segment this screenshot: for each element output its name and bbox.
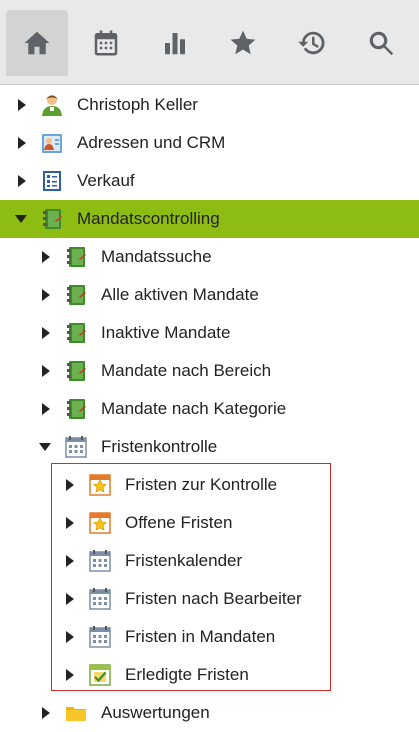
mandate-binder-icon xyxy=(43,209,62,229)
expand-arrow-icon[interactable] xyxy=(42,403,50,415)
tree-item-label: Adressen und CRM xyxy=(77,133,226,152)
tree-item-label: Fristenkalender xyxy=(125,551,243,570)
tree-item-fristenkalender[interactable]: Fristenkalender xyxy=(0,542,419,580)
mandate-binder-icon xyxy=(67,285,86,305)
expand-arrow-icon[interactable] xyxy=(42,327,50,339)
mandate-binder-icon xyxy=(67,247,86,267)
expand-arrow-icon[interactable] xyxy=(66,555,74,567)
tree-item-mandatssuche[interactable]: Mandatssuche xyxy=(0,238,419,276)
collapse-arrow-icon[interactable] xyxy=(39,443,51,451)
favorites-button[interactable] xyxy=(212,10,274,76)
tree-item-label: Mandate nach Kategorie xyxy=(101,399,287,418)
home-button[interactable] xyxy=(6,10,68,76)
tree-item-erledigte-fristen[interactable]: Erledigte Fristen xyxy=(0,656,419,694)
tree-item-fristen-in-mandaten[interactable]: Fristen in Mandaten xyxy=(0,618,419,656)
expand-arrow-icon[interactable] xyxy=(42,289,50,301)
calendar-icon xyxy=(94,30,118,56)
tree-item-label: Mandatscontrolling xyxy=(77,209,220,228)
expand-arrow-icon[interactable] xyxy=(66,517,74,529)
tree-item-label: Auswertungen xyxy=(101,703,210,722)
tree-item-label: Fristenkontrolle xyxy=(101,437,218,456)
collapse-arrow-icon[interactable] xyxy=(15,215,27,223)
tree-item-label: Inaktive Mandate xyxy=(101,323,231,342)
history-button[interactable] xyxy=(281,10,343,76)
tree-item-christoph-keller[interactable]: Christoph Keller xyxy=(0,86,419,124)
tree-item-label: Fristen zur Kontrolle xyxy=(125,475,278,494)
folder-icon xyxy=(66,707,86,721)
expand-arrow-icon[interactable] xyxy=(42,365,50,377)
sales-list-icon xyxy=(43,171,61,191)
expand-arrow-icon[interactable] xyxy=(18,137,26,149)
tree-item-fristenkontrolle[interactable]: Fristenkontrolle xyxy=(0,428,419,466)
mandate-binder-icon xyxy=(67,361,86,381)
done-check-icon xyxy=(89,664,111,686)
search-button[interactable] xyxy=(350,10,412,76)
expand-arrow-icon[interactable] xyxy=(18,99,26,111)
tree-item-mandate-nach-bereich[interactable]: Mandate nach Bereich xyxy=(0,352,419,390)
tree-item-label: Offene Fristen xyxy=(125,513,233,532)
tree-item-fristen-zur-kontrolle[interactable]: Fristen zur Kontrolle xyxy=(0,466,419,504)
tree-item-label: Fristen in Mandaten xyxy=(125,627,276,646)
tree-item-label: Christoph Keller xyxy=(77,95,198,114)
tree-item-fristen-nach-bearbeiter[interactable]: Fristen nach Bearbeiter xyxy=(0,580,419,618)
expand-arrow-icon[interactable] xyxy=(42,707,50,719)
calendar-grid-icon xyxy=(89,588,111,610)
expand-arrow-icon[interactable] xyxy=(66,479,74,491)
calendar-button[interactable] xyxy=(75,10,137,76)
search-icon xyxy=(369,31,394,56)
tree-item-label: Alle aktiven Mandate xyxy=(101,285,259,304)
tree-item-adressen[interactable]: Adressen und CRM xyxy=(0,124,419,162)
expand-arrow-icon[interactable] xyxy=(66,631,74,643)
star-icon xyxy=(230,30,256,55)
deadline-star-icon xyxy=(89,512,111,534)
history-icon xyxy=(298,31,325,55)
tree-item-inaktive-mandate[interactable]: Inaktive Mandate xyxy=(0,314,419,352)
expand-arrow-icon[interactable] xyxy=(42,251,50,263)
calendar-grid-icon xyxy=(89,550,111,572)
deadline-star-icon xyxy=(89,474,111,496)
navigation-toolbar xyxy=(0,0,419,85)
tree-item-label: Erledigte Fristen xyxy=(125,665,249,684)
tree-item-label: Verkauf xyxy=(77,171,135,190)
bar-chart-icon xyxy=(165,33,185,55)
mandate-binder-icon xyxy=(67,323,86,343)
home-icon xyxy=(24,31,50,55)
calendar-grid-icon xyxy=(89,626,111,648)
calendar-grid-icon xyxy=(65,436,87,458)
tree-item-offene-fristen[interactable]: Offene Fristen xyxy=(0,504,419,542)
mandate-binder-icon xyxy=(67,399,86,419)
tree-item-label: Mandatssuche xyxy=(101,247,212,266)
expand-arrow-icon[interactable] xyxy=(66,669,74,681)
address-book-icon xyxy=(42,134,62,153)
tree-item-mandate-nach-kategorie[interactable]: Mandate nach Kategorie xyxy=(0,390,419,428)
tree-item-label: Mandate nach Bereich xyxy=(101,361,272,380)
tree-item-label: Fristen nach Bearbeiter xyxy=(125,589,302,608)
tree-item-mandatscontrolling[interactable]: Mandatscontrolling xyxy=(0,200,419,238)
tree-item-alle-aktiven-mandate[interactable]: Alle aktiven Mandate xyxy=(0,276,419,314)
expand-arrow-icon[interactable] xyxy=(18,175,26,187)
tree-item-auswertungen[interactable]: Auswertungen xyxy=(0,694,419,732)
expand-arrow-icon[interactable] xyxy=(66,593,74,605)
statistics-button[interactable] xyxy=(144,10,206,76)
person-icon xyxy=(42,95,62,116)
tree-item-verkauf[interactable]: Verkauf xyxy=(0,162,419,200)
